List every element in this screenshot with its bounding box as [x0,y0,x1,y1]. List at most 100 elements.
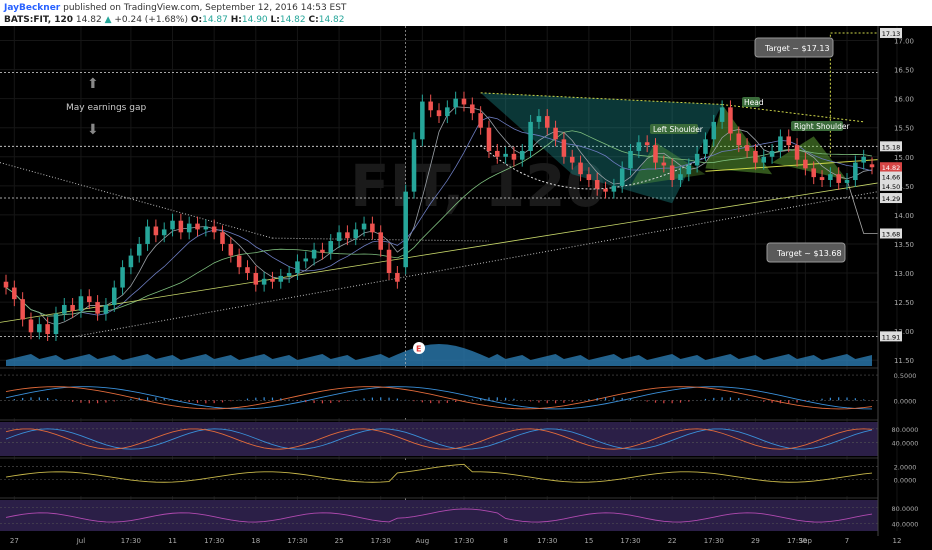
open-label: O: [190,15,203,25]
gap-trendline [0,162,273,239]
pane-tick-label: 0.5000 [894,372,917,380]
x-tick-label: 17:30 [620,537,640,545]
candle-body [336,232,342,242]
candle-body [445,107,450,117]
candle-body [719,107,725,122]
candle-body [378,232,383,250]
candle-body [195,223,200,230]
candle-body [286,273,292,276]
candle-body [536,116,542,122]
candle-body [370,223,375,233]
author-link[interactable]: JayBeckner [4,3,60,13]
candle-body [411,139,417,192]
gap-label: May earnings gap [66,103,146,113]
arrow-up-icon: ⬆ [87,76,99,92]
chart-canvas[interactable]: FIT, 120 May earnings gap ⬆ ⬇ Head Left … [0,26,932,550]
publish-line: JayBeckner published on TradingView.com,… [4,2,928,14]
target-down-line [846,179,878,234]
open-value: 14.87 [202,15,228,25]
candle-body [653,145,658,163]
volume-fill [6,344,872,366]
candle-body [819,177,825,181]
candle-body [628,150,633,169]
candle-body [145,226,150,244]
x-tick-label: 22 [668,537,677,545]
candle-body [769,150,775,157]
candle-body [311,249,317,259]
x-tick-label: 17:30 [371,537,391,545]
candle-body [170,220,175,230]
price-tag-label: 14.66 [882,174,901,182]
y-tick-label: 16.00 [894,96,914,104]
candle-body [520,150,525,160]
candle-body [736,133,742,146]
pane-tick-label: 0.0000 [894,477,917,485]
candle-body [703,139,708,154]
candle-body [87,296,92,303]
candle-body [428,101,433,111]
candle-body [478,113,483,128]
candle-body [95,302,100,314]
candle-body [220,232,225,244]
candle-body [353,229,358,239]
candle-body [236,255,242,268]
target-up-line [829,32,878,157]
candle-body [161,229,167,236]
candle-body [245,267,250,274]
candle-body [128,255,134,268]
candle-body [53,313,59,335]
candle-body [295,261,300,274]
price-tag-label: 11.91 [882,333,901,341]
y-tick-label: 13.00 [894,270,914,278]
candle-body [62,304,67,314]
y-tick-label: 17.00 [894,38,914,46]
pane-bg [0,422,878,456]
candle-body [37,324,42,333]
target-up-label: Target ~ $17.13 [764,44,830,53]
candle-body [345,232,350,239]
candle-body [828,174,833,181]
candle-body [511,153,517,160]
candle-body [3,281,9,288]
y-tick-label: 16.50 [894,67,914,75]
arrow-down-icon: ⬇ [87,122,99,138]
candle-body [20,299,25,320]
candle-body [328,241,334,253]
x-tick-label: 17:30 [537,537,557,545]
candle-body [694,153,700,166]
pane-tick-label: 2.0000 [894,464,917,472]
candle-body [228,243,234,256]
price-tag-label: 15.18 [882,143,901,151]
candle-body [203,226,209,230]
candle-body [270,278,275,282]
x-tick-label: 7 [845,537,849,545]
candle-body [761,156,767,163]
candle-body [728,107,733,134]
low-value: 14.82 [279,15,306,25]
candle-body [786,136,791,146]
candle-body [811,168,816,178]
y-tick-label: 14.00 [894,212,914,220]
price-change: +0.24 (+1.68%) [114,15,188,25]
candle-body [136,243,142,256]
target-down-label: Target ~ $13.68 [776,249,842,258]
indicator-panes [0,367,878,531]
candle-body [853,162,858,181]
x-tick-label: Aug [416,537,430,545]
pane-tick-label: 0.0000 [894,397,917,405]
right-shoulder-triangle [772,136,848,181]
candle-body [644,142,650,146]
candle-body [12,287,17,300]
candle-body [869,164,875,168]
candle-body [711,121,717,140]
candle-body [803,159,808,169]
candle-body [28,319,34,333]
last-price: 14.82 [75,15,102,25]
price-tag-label: 14.29 [882,195,901,203]
candle-body [120,267,125,288]
candle-body [211,226,217,233]
candle-body [594,180,600,189]
candle-body [495,150,500,157]
high-label: H: [230,15,242,25]
candle-body [178,220,184,233]
